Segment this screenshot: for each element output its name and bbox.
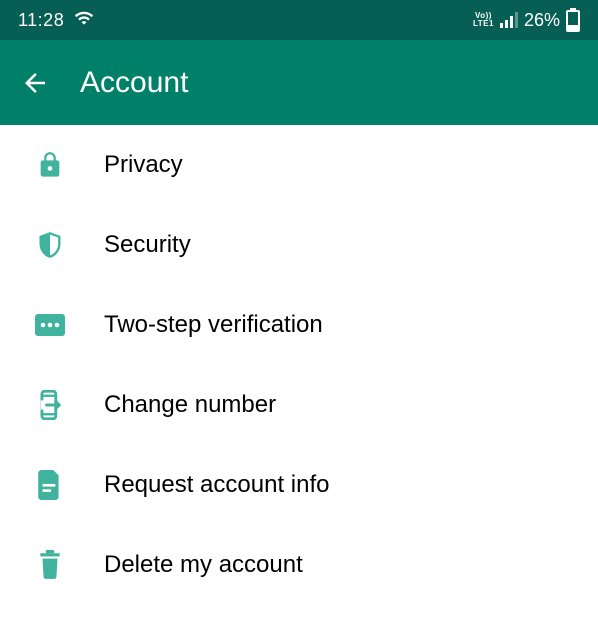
dots-box-icon (34, 309, 66, 341)
signal-icon (500, 12, 518, 28)
menu-list: Privacy Security Two-step verification (0, 125, 598, 605)
network-type-icon: Vo)) LTE1 (473, 12, 494, 28)
menu-label: Delete my account (104, 551, 303, 579)
battery-icon (566, 8, 580, 32)
menu-label: Privacy (104, 151, 183, 179)
network-bottom: LTE1 (473, 20, 494, 28)
menu-label: Request account info (104, 471, 329, 499)
app-bar: Account (0, 40, 598, 125)
menu-label: Change number (104, 391, 276, 419)
status-bar: 11:28 Vo)) LTE1 26% (0, 0, 598, 40)
menu-item-change-number[interactable]: Change number (0, 365, 598, 445)
menu-item-security[interactable]: Security (0, 205, 598, 285)
menu-item-delete-account[interactable]: Delete my account (0, 525, 598, 605)
menu-item-privacy[interactable]: Privacy (0, 125, 598, 205)
shield-icon (34, 229, 66, 261)
document-icon (34, 469, 66, 501)
page-title: Account (80, 66, 188, 100)
status-left: 11:28 (18, 8, 94, 33)
status-time: 11:28 (18, 10, 64, 31)
wifi-icon (74, 8, 94, 33)
menu-item-request-info[interactable]: Request account info (0, 445, 598, 525)
battery-percent: 26% (524, 10, 560, 31)
status-right: Vo)) LTE1 26% (473, 8, 580, 32)
menu-label: Two-step verification (104, 311, 323, 339)
lock-icon (34, 149, 66, 181)
back-arrow-icon[interactable] (20, 68, 50, 98)
trash-icon (34, 549, 66, 581)
menu-label: Security (104, 231, 191, 259)
menu-item-two-step[interactable]: Two-step verification (0, 285, 598, 365)
phone-arrow-icon (34, 389, 66, 421)
